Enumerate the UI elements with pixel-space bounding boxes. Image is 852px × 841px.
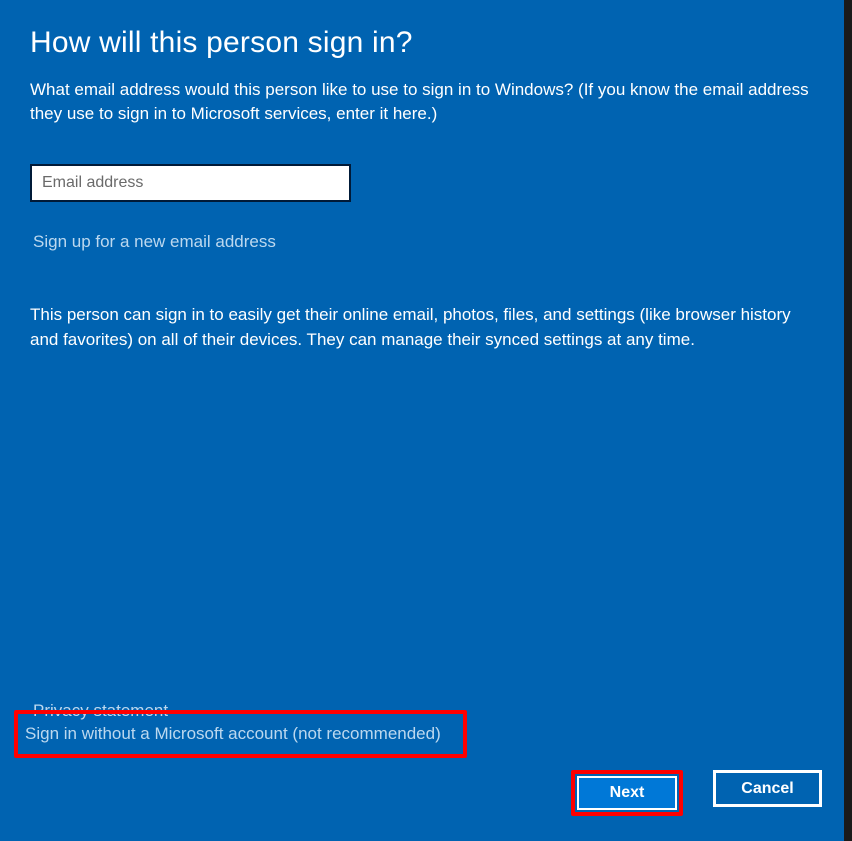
next-button[interactable]: Next <box>577 776 677 810</box>
next-button-highlight: Next <box>571 770 683 816</box>
sign-in-without-account-link[interactable]: Sign in without a Microsoft account (not… <box>25 724 441 743</box>
scrollbar-track[interactable] <box>844 0 852 841</box>
sync-description: This person can sign in to easily get th… <box>30 302 820 353</box>
dialog-subtext: What email address would this person lik… <box>30 78 810 126</box>
no-account-highlight: Sign in without a Microsoft account (not… <box>14 710 467 758</box>
cancel-button[interactable]: Cancel <box>713 770 822 807</box>
dialog-button-row: Next Cancel <box>571 770 822 816</box>
signup-new-email-link[interactable]: Sign up for a new email address <box>30 232 276 252</box>
dialog-heading: How will this person sign in? <box>30 26 822 60</box>
dialog-content: How will this person sign in? What email… <box>0 0 852 353</box>
email-field[interactable] <box>30 164 351 202</box>
